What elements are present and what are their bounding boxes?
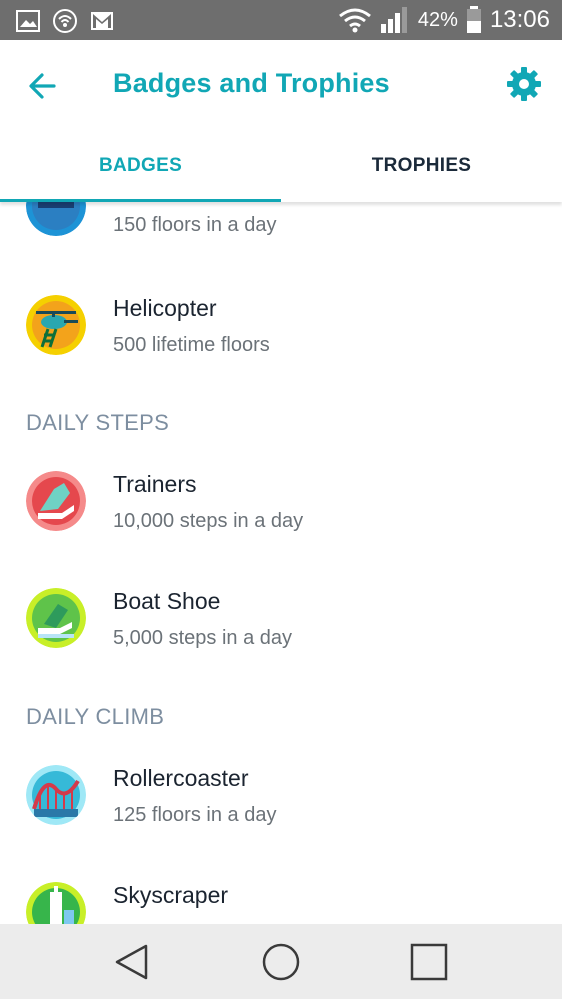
item-subtitle: 10,000 steps in a day [113, 510, 304, 532]
item-title: Helicopter [113, 295, 217, 321]
page-title: Badges and Trophies [113, 68, 390, 98]
rollercoaster-badge-icon [26, 765, 86, 825]
item-subtitle: 150 floors in a day [113, 214, 277, 236]
item-title: Rollercoaster [113, 765, 249, 791]
arrow-left-icon[interactable] [24, 66, 64, 106]
battery-percent: 42% [417, 8, 458, 31]
section-header: DAILY CLIMB [26, 704, 165, 729]
section-header: DAILY STEPS [26, 410, 170, 435]
tab-trophies[interactable]: TROPHIES [281, 130, 562, 202]
tab-indicator [0, 199, 281, 202]
item-title: Skyscraper [113, 882, 229, 908]
signal-icon [380, 7, 407, 33]
list-item[interactable]: 150 floors in a day [0, 202, 562, 272]
status-bar: 42% 13:06 [0, 0, 562, 40]
item-subtitle: 500 lifetime floors [113, 334, 270, 356]
gear-icon[interactable] [504, 64, 544, 104]
battery-icon [466, 6, 481, 33]
status-left-icons [16, 8, 114, 34]
list-item[interactable]: Trainers 10,000 steps in a day [0, 464, 562, 564]
stairs-badge-icon [26, 202, 86, 236]
clock: 13:06 [489, 6, 550, 33]
item-subtitle: 5,000 steps in a day [113, 627, 293, 649]
app-bar: Badges and Trophies [0, 40, 562, 130]
recents-square-icon[interactable] [409, 942, 449, 982]
list-item[interactable]: Helicopter 500 lifetime floors [0, 288, 562, 388]
item-subtitle: 125 floors in a day [113, 804, 277, 826]
list-item[interactable]: Boat Shoe 5,000 steps in a day [0, 582, 562, 682]
tab-bar: BADGES TROPHIES [0, 130, 562, 202]
helicopter-badge-icon [26, 295, 86, 355]
boat-shoe-badge-icon [26, 588, 86, 648]
tab-badges[interactable]: BADGES [0, 130, 281, 202]
gallery-icon [16, 10, 40, 32]
list-item[interactable]: Rollercoaster 125 floors in a day [0, 758, 562, 858]
back-triangle-icon[interactable] [112, 942, 152, 982]
skyscraper-badge-icon [26, 882, 86, 924]
trainers-badge-icon [26, 471, 86, 531]
gmail-icon [91, 12, 113, 30]
badge-list[interactable]: 150 floors in a day Helicopter 500 lifet… [0, 202, 562, 924]
item-title: Boat Shoe [113, 588, 221, 614]
home-circle-icon[interactable] [261, 942, 301, 982]
status-right: 42% 13:06 [338, 6, 550, 34]
item-title: Trainers [113, 471, 197, 497]
list-item[interactable]: Skyscraper [0, 876, 562, 924]
wifi-icon [338, 8, 371, 33]
navigation-bar [0, 924, 562, 999]
hotspot-icon [53, 9, 77, 33]
